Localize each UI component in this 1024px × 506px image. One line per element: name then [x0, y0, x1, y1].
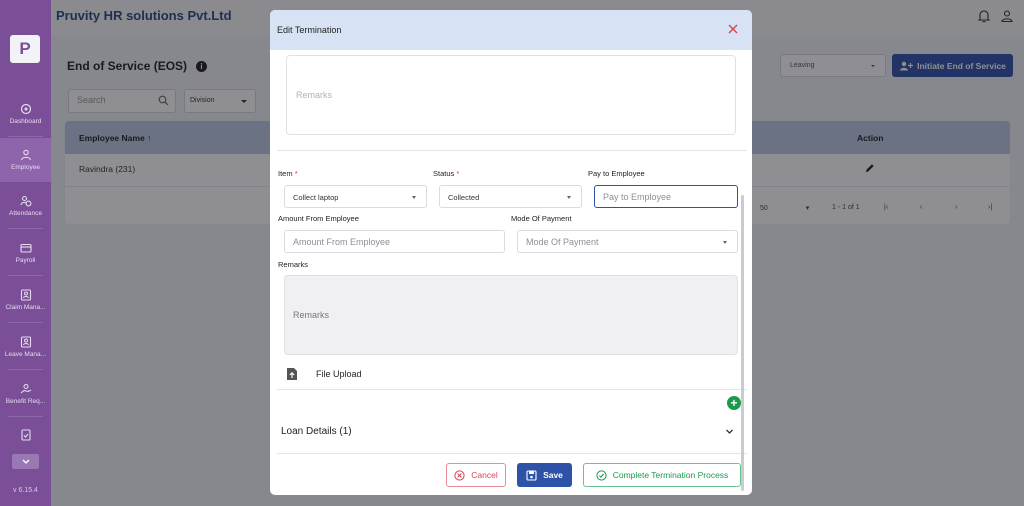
- sidebar-item-documents[interactable]: [0, 414, 51, 458]
- leave-icon: [20, 336, 31, 348]
- sidebar-item-claim-management[interactable]: Claim Mana...: [0, 278, 51, 322]
- upload-file-icon: [287, 368, 297, 380]
- amount-from-employee-input[interactable]: Amount From Employee: [284, 230, 505, 253]
- status-label: Status *: [433, 169, 459, 178]
- amount-from-employee-label: Amount From Employee: [278, 214, 359, 223]
- save-label: Save: [543, 470, 563, 480]
- sidebar-item-label: Attendance: [9, 210, 42, 217]
- person-icon: [20, 149, 31, 161]
- chevron-down-icon: [22, 459, 29, 464]
- app-logo[interactable]: P: [10, 35, 40, 63]
- status-label-text: Status: [433, 169, 455, 178]
- sidebar-divider: [8, 275, 43, 276]
- cancel-circle-icon: [454, 469, 465, 481]
- edit-termination-modal: Edit Termination Remarks Item * Status *…: [270, 10, 752, 495]
- chevron-down-icon[interactable]: [725, 427, 734, 436]
- modal-scrollbar[interactable]: [741, 195, 744, 491]
- sidebar-item-payroll[interactable]: Payroll: [0, 231, 51, 275]
- sidebar-divider: [8, 228, 43, 229]
- loan-details-header[interactable]: Loan Details (1): [281, 426, 352, 437]
- app-version: v 6.15.4: [13, 487, 38, 494]
- sidebar: P Dashboard Employee Attendance Payroll …: [0, 0, 51, 506]
- mode-of-payment-label: Mode Of Payment: [511, 214, 572, 223]
- section-divider: [277, 389, 747, 390]
- dashboard-icon: [20, 103, 31, 115]
- cancel-label: Cancel: [471, 470, 498, 480]
- save-button[interactable]: Save: [517, 463, 572, 487]
- pay-placeholder: Pay to Employee: [603, 192, 672, 202]
- remarks-placeholder: Remarks: [293, 310, 330, 320]
- sidebar-expand-button[interactable]: [12, 454, 39, 469]
- section-divider: [277, 150, 747, 151]
- complete-label: Complete Termination Process: [612, 470, 729, 480]
- item-value: Collect laptop: [293, 193, 339, 202]
- item-label-text: Item: [278, 169, 293, 178]
- sidebar-divider: [8, 322, 43, 323]
- sidebar-item-label: Claim Mana...: [5, 304, 46, 311]
- caret-down-icon: [412, 196, 416, 199]
- add-item-button[interactable]: +: [727, 396, 741, 410]
- remarks-textarea[interactable]: Remarks: [284, 275, 738, 355]
- attendance-icon: [19, 195, 31, 207]
- sidebar-item-attendance[interactable]: Attendance: [0, 184, 51, 228]
- benefit-icon: [20, 383, 31, 394]
- wallet-icon: [19, 243, 32, 253]
- close-icon[interactable]: [728, 24, 738, 34]
- file-upload-label: File Upload: [316, 369, 362, 379]
- sidebar-item-benefit-requests[interactable]: Benefit Req...: [0, 372, 51, 416]
- claim-icon: [20, 289, 31, 301]
- sidebar-item-label: Benefit Req...: [5, 398, 46, 405]
- document-icon: [20, 428, 31, 441]
- complete-termination-button[interactable]: Complete Termination Process: [583, 463, 741, 487]
- sidebar-item-label: Employee: [11, 164, 40, 171]
- remarks-top-placeholder: Remarks: [296, 90, 333, 100]
- sidebar-divider: [8, 369, 43, 370]
- save-icon: [526, 469, 537, 481]
- file-upload-button[interactable]: File Upload: [286, 367, 362, 381]
- check-circle-icon: [596, 469, 607, 481]
- section-divider: [277, 453, 747, 454]
- sidebar-item-leave-management[interactable]: Leave Mana...: [0, 325, 51, 369]
- cancel-button[interactable]: Cancel: [446, 463, 506, 487]
- sidebar-item-label: Leave Mana...: [4, 351, 47, 358]
- caret-down-icon: [567, 196, 571, 199]
- sidebar-item-employee[interactable]: Employee: [0, 138, 51, 182]
- modal-header: Edit Termination: [270, 10, 752, 50]
- sidebar-divider: [8, 136, 43, 137]
- pay-to-employee-label: Pay to Employee: [588, 169, 645, 178]
- sidebar-item-label: Dashboard: [9, 118, 42, 125]
- status-select[interactable]: Collected: [439, 185, 582, 208]
- pay-to-employee-input[interactable]: Pay to Employee: [594, 185, 738, 208]
- caret-down-icon: [723, 241, 727, 244]
- required-mark: *: [294, 169, 298, 178]
- mode-placeholder: Mode Of Payment: [526, 237, 599, 247]
- sidebar-item-label: Payroll: [15, 257, 36, 264]
- remarks-top-field[interactable]: Remarks: [286, 55, 736, 135]
- mode-of-payment-select[interactable]: Mode Of Payment: [517, 230, 738, 253]
- modal-title: Edit Termination: [277, 25, 342, 35]
- remarks-label: Remarks: [278, 260, 309, 269]
- item-label: Item *: [278, 169, 298, 178]
- status-value: Collected: [448, 193, 480, 202]
- item-select[interactable]: Collect laptop: [284, 185, 427, 208]
- sidebar-item-dashboard[interactable]: Dashboard: [0, 92, 51, 136]
- required-mark: *: [456, 169, 460, 178]
- amount-placeholder: Amount From Employee: [293, 237, 391, 247]
